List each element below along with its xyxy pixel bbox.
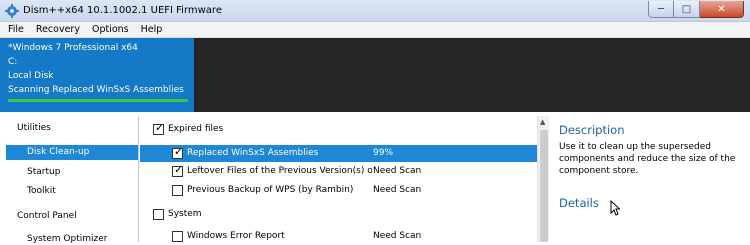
sidebar-item-utilities[interactable]: Utilities [17, 123, 51, 133]
checkbox-expired-files[interactable]: ✓ [153, 121, 165, 135]
sidebar-item-control-panel[interactable]: Control Panel [17, 211, 77, 221]
menu-recovery[interactable]: Recovery [30, 24, 86, 35]
menu-file[interactable]: File [2, 24, 30, 35]
list-item-replaced-winsxs[interactable]: ✓ Replaced WinSxS Assemblies 99% [140, 145, 537, 162]
details-heading: Details [559, 196, 599, 210]
check-icon: ✓ [155, 121, 165, 134]
cleanup-list: ✓ Expired files ✓ Replaced WinSxS Assemb… [140, 116, 537, 242]
scan-progress-bar [8, 99, 188, 102]
sidebar-item-disk-cleanup[interactable]: Disk Clean-up [27, 147, 89, 157]
row-label: Windows Error Report [187, 231, 285, 241]
window-controls: ─ □ ✕ [648, 1, 744, 18]
image-name: *Windows 7 Professional x64 [8, 43, 138, 53]
image-info-tile[interactable]: *Windows 7 Professional x64 C: Local Dis… [0, 38, 194, 112]
row-label: System [168, 209, 202, 219]
maximize-button[interactable]: □ [674, 1, 700, 18]
gear-icon [5, 4, 19, 18]
sidebar: Utilities Disk Clean-up Startup Toolkit … [6, 116, 139, 244]
window-title: Dism++x64 10.1.1002.1 UEFI Firmware [23, 5, 222, 16]
row-label: Expired files [168, 124, 224, 134]
row-label: Replaced WinSxS Assemblies [187, 148, 319, 158]
mouse-pointer-icon [610, 200, 620, 216]
menu-help[interactable]: Help [135, 24, 169, 35]
list-item-expired-files[interactable]: ✓ Expired files [140, 121, 537, 138]
checkbox-leftover-files[interactable]: ✓ [172, 163, 184, 177]
menu-bar: File Recovery Options Help [0, 22, 750, 38]
checkbox-windows-error-report[interactable] [172, 231, 183, 242]
sidebar-item-toolkit[interactable]: Toolkit [27, 186, 56, 196]
row-status: Need Scan [373, 231, 422, 241]
sidebar-item-system-optimizer[interactable]: System Optimizer [27, 234, 107, 244]
details-panel: Description Use it to clean up the super… [550, 116, 750, 242]
scan-progress-fill [8, 99, 188, 102]
checkbox-system[interactable] [153, 209, 164, 220]
minimize-button[interactable]: ─ [648, 1, 674, 18]
row-label: Previous Backup of WPS (by Rambin) [187, 185, 354, 195]
row-status: Need Scan [373, 185, 422, 195]
list-scrollbar[interactable]: ▲ [537, 116, 549, 242]
description-heading: Description [559, 123, 625, 137]
list-item-windows-error-report[interactable]: Windows Error Report Need Scan [140, 228, 537, 245]
image-volume: Local Disk [8, 71, 54, 81]
row-status: Need Scan [373, 166, 422, 176]
image-header: *Windows 7 Professional x64 C: Local Dis… [0, 38, 750, 112]
list-item-leftover-files[interactable]: ✓ Leftover Files of the Previous Version… [140, 163, 537, 180]
scrollbar-thumb[interactable] [540, 130, 548, 242]
check-icon: ✓ [174, 145, 184, 158]
checkbox-wps-backup[interactable] [172, 185, 183, 196]
list-item-system[interactable]: System [140, 206, 537, 223]
title-bar: Dism++x64 10.1.1002.1 UEFI Firmware ─ □ … [0, 0, 750, 22]
menu-options[interactable]: Options [86, 24, 135, 35]
check-icon: ✓ [174, 163, 184, 176]
row-status: 99% [373, 148, 394, 158]
row-label: Leftover Files of the Previous Version(s… [187, 166, 372, 176]
close-button[interactable]: ✕ [700, 1, 744, 18]
sidebar-item-startup[interactable]: Startup [27, 167, 60, 177]
image-drive: C: [8, 57, 18, 67]
scroll-up-icon[interactable]: ▲ [540, 118, 545, 126]
scan-status: Scanning Replaced WinSxS Assemblies [8, 85, 184, 95]
checkbox-replaced-winsxs[interactable]: ✓ [172, 145, 184, 159]
list-item-wps-backup[interactable]: Previous Backup of WPS (by Rambin) Need … [140, 182, 537, 199]
description-text: Use it to clean up the superseded compon… [559, 142, 736, 176]
